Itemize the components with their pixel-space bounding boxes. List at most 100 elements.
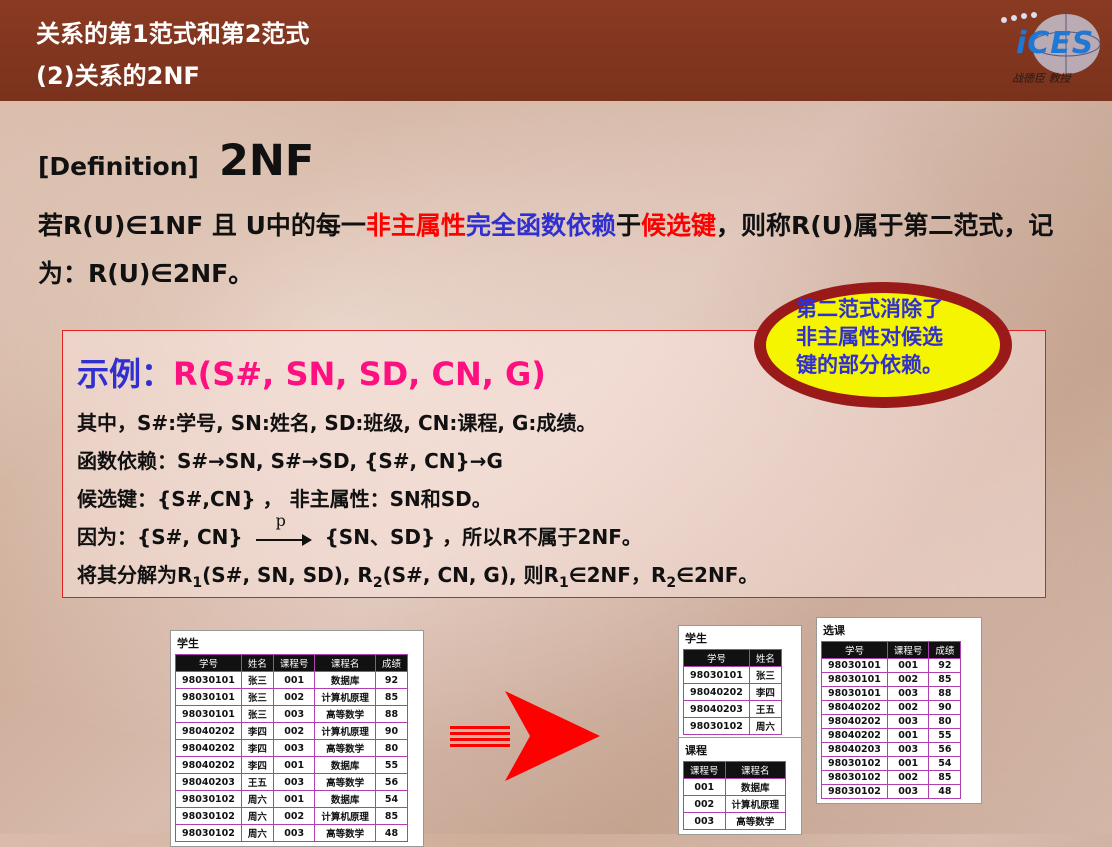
table-row: 98030102 周六 001 数据库 54 <box>175 790 408 808</box>
data-table: 学号 姓名 98030101 张三 98040202 李四 98040203 王五 980301… <box>683 649 782 735</box>
table-cell: 张三 <box>240 705 274 723</box>
table-cell: 002 <box>272 688 316 706</box>
table-cell: 001 <box>683 778 726 796</box>
definition-highlight-candidate-key: 候选键 <box>640 211 716 240</box>
table-cell: 98030102 <box>683 717 750 735</box>
table-cell: 003 <box>886 686 930 701</box>
subscript: 1 <box>558 575 569 591</box>
data-table: 课程号 课程名 001 数据库 002 计算机原理 003 高等数学 <box>683 761 787 830</box>
table-cell: 98030101 <box>175 688 242 706</box>
table-row: 98030101 001 92 <box>821 658 962 673</box>
table-cell: 98030101 <box>821 672 888 687</box>
table-cell: 98040202 <box>175 739 242 757</box>
table-cell: 周六 <box>240 824 274 842</box>
definition-part: 于 <box>615 211 641 240</box>
column-header: 成绩 <box>928 641 962 659</box>
table-cell: 98030101 <box>683 666 750 684</box>
table-cell: 88 <box>374 705 408 723</box>
table-course: 课程 课程号 课程名 001 数据库 002 计算机原理 003 高等数学 <box>678 737 802 835</box>
table-cell: 李四 <box>240 722 274 740</box>
table-row: 001 数据库 <box>683 778 787 796</box>
table-cell: 98030102 <box>175 790 242 808</box>
callout-line: 非主属性对候选 <box>796 325 943 349</box>
table-row: 98040202 003 80 <box>821 714 962 729</box>
table-cell: 张三 <box>748 666 782 684</box>
table-cell: 计算机原理 <box>724 795 787 813</box>
callout-line: 第二范式消除了 <box>796 297 943 321</box>
table-cell: 王五 <box>240 773 274 791</box>
table-row: 98040203 王五 003 高等数学 56 <box>175 773 408 791</box>
table-cell: 98040203 <box>175 773 242 791</box>
subscript: 2 <box>666 575 677 591</box>
table-cell: 98030101 <box>175 705 242 723</box>
table-cell: 98040202 <box>175 722 242 740</box>
table-row: 98040203 王五 <box>683 700 782 718</box>
table-cell: 85 <box>374 688 408 706</box>
table-row: 98030102 001 54 <box>821 756 962 771</box>
definition-label: [Definition] <box>38 152 199 181</box>
table-cell: 55 <box>928 728 962 743</box>
table-row: 98030102 002 85 <box>821 770 962 785</box>
table-cell: 98030101 <box>821 658 888 673</box>
column-header: 姓名 <box>748 649 782 667</box>
column-header: 课程号 <box>272 654 316 672</box>
table-cell: 计算机原理 <box>314 688 376 706</box>
table-cell: 001 <box>886 658 930 673</box>
table-caption: 选课 <box>823 624 845 637</box>
table-cell: 高等数学 <box>314 739 376 757</box>
table-cell: 001 <box>886 728 930 743</box>
table-cell: 002 <box>683 795 726 813</box>
table-cell: 李四 <box>240 739 274 757</box>
table-cell: 003 <box>886 714 930 729</box>
table-cell: 003 <box>272 739 316 757</box>
table-cell: 80 <box>374 739 408 757</box>
table-cell: 001 <box>272 671 316 689</box>
table-row: 98030101 张三 <box>683 666 782 684</box>
example-text: {SN、SD} ，所以R不属于2NF。 <box>324 525 642 549</box>
definition-term: 2NF <box>218 136 315 186</box>
table-cell: 周六 <box>748 717 782 735</box>
column-header: 姓名 <box>240 654 274 672</box>
column-header: 学号 <box>175 654 242 672</box>
table-row: 98030101 张三 003 高等数学 88 <box>175 705 408 723</box>
table-cell: 003 <box>272 705 316 723</box>
table-cell: 计算机原理 <box>314 807 376 825</box>
slide-title: 关系的第1范式和第2范式 <box>36 20 310 48</box>
table-cell: 张三 <box>240 671 274 689</box>
example-label: 示例： <box>77 355 174 393</box>
table-caption: 学生 <box>177 637 199 650</box>
example-line: 候选键：{S#,CN} ， 非主属性：SN和SD。 <box>77 487 492 511</box>
example-line: 其中，S#:学号, SN:姓名, SD:班级, CN:课程, G:成绩。 <box>77 411 597 435</box>
column-header: 学号 <box>683 649 750 667</box>
table-cell: 92 <box>374 671 408 689</box>
table-row: 98030101 003 88 <box>821 686 962 701</box>
example-text: 因为：{S#, CN} <box>77 525 243 549</box>
example-line: 将其分解为R1(S#, SN, SD), R2(S#, CN, G), 则R1∈… <box>77 559 758 591</box>
table-cell: 数据库 <box>314 756 376 774</box>
table-cell: 98040203 <box>683 700 750 718</box>
table-student-full: 学生 学号 姓名 课程号 课程名 成绩 98030101 张三 001 数据库 92 9803010… <box>170 630 424 847</box>
definition-text: 若R(U)∈1NF 且 U中的每一非主属性完全函数依赖于候选键，则称R(U)属于… <box>38 202 1088 298</box>
data-table: 学号 姓名 课程号 课程名 成绩 98030101 张三 001 数据库 92 98030101 张三… <box>175 654 408 842</box>
column-header: 课程名 <box>314 654 376 672</box>
table-cell: 计算机原理 <box>314 722 376 740</box>
example-text: (S#, CN, G), 则R <box>382 563 559 587</box>
logo-text: iCES <box>1016 26 1095 61</box>
table-cell: 98030102 <box>821 770 888 785</box>
big-arrow-icon <box>450 691 600 781</box>
table-row: 98040202 李四 <box>683 683 782 701</box>
table-cell: 002 <box>886 770 930 785</box>
table-cell: 高等数学 <box>314 705 376 723</box>
table-row: 003 高等数学 <box>683 812 787 830</box>
ices-logo: iCES 战德臣 教授 <box>994 6 1106 90</box>
table-cell: 周六 <box>240 807 274 825</box>
table-cell: 数据库 <box>314 790 376 808</box>
table-cell: 98030101 <box>821 686 888 701</box>
subscript: 1 <box>192 575 203 591</box>
table-cell: 001 <box>272 756 316 774</box>
column-header: 学号 <box>821 641 888 659</box>
table-cell: 85 <box>928 770 962 785</box>
table-cell: 85 <box>374 807 408 825</box>
table-cell: 数据库 <box>314 671 376 689</box>
table-cell: 高等数学 <box>724 812 787 830</box>
